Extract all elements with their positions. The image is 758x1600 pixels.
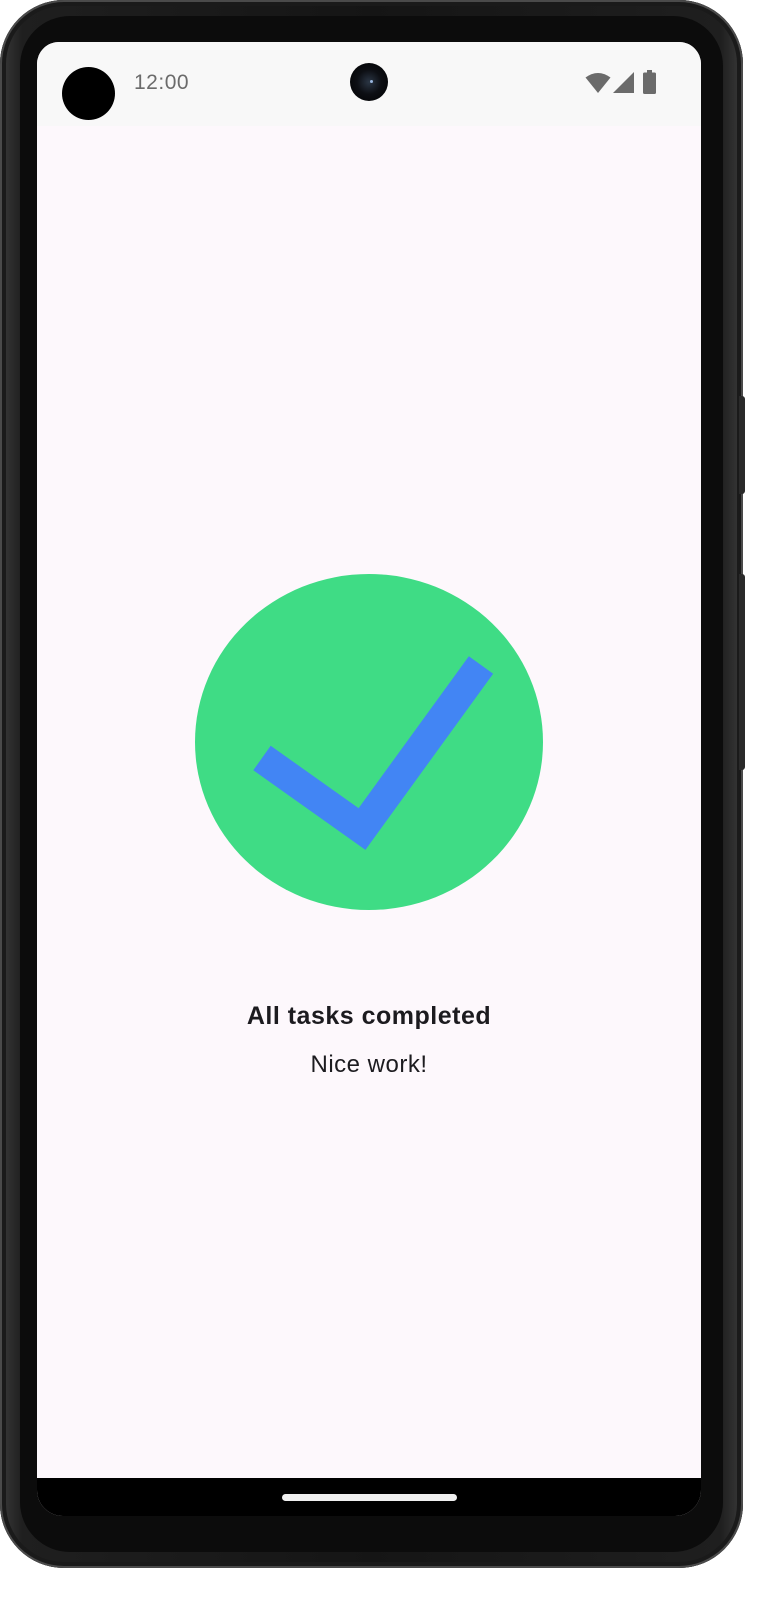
device-stage: 12:00 All tasks completed Nice work! (0, 0, 758, 1600)
battery-icon (643, 70, 656, 94)
completion-title: All tasks completed (246, 1002, 492, 1030)
power-button (739, 396, 745, 494)
notification-dot (62, 67, 115, 120)
main-content: All tasks completed Nice work! (37, 126, 701, 1478)
success-circle (195, 574, 543, 910)
status-icons (585, 70, 657, 96)
home-gesture-handle[interactable] (282, 1494, 457, 1501)
status-time: 12:00 (134, 71, 190, 94)
gesture-nav-bar (37, 1478, 701, 1516)
wifi-icon (585, 73, 611, 93)
completion-subtitle: Nice work! (310, 1051, 428, 1078)
screen: 12:00 All tasks completed Nice work! (37, 42, 701, 1516)
status-bar: 12:00 (37, 42, 701, 126)
front-camera (350, 63, 388, 101)
volume-button (739, 574, 745, 770)
check-circle-icon (195, 574, 543, 910)
cellular-signal-icon (613, 72, 634, 93)
